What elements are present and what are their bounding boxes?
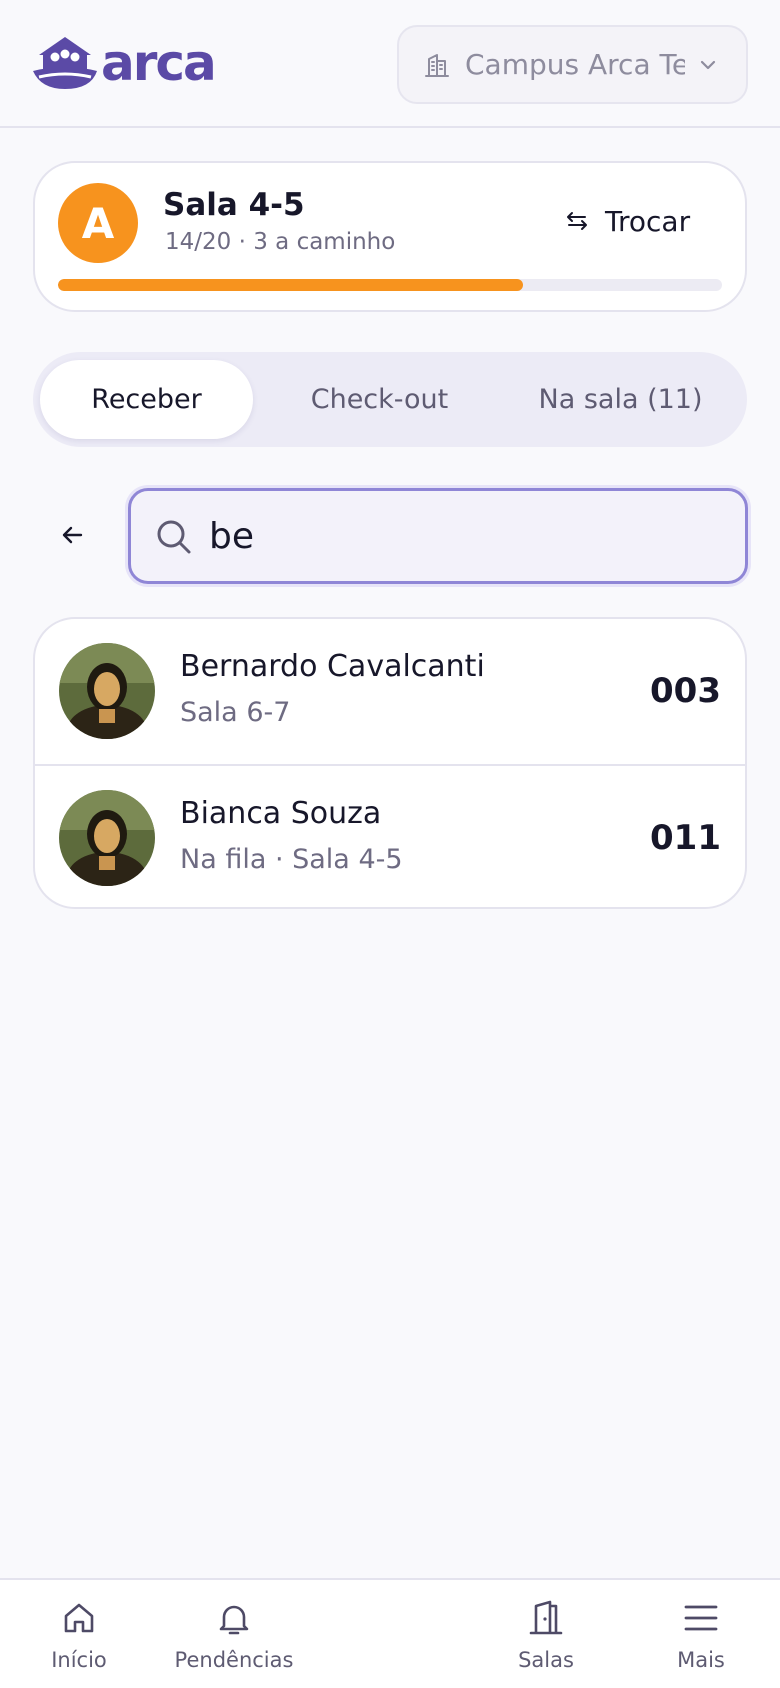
ark-logo-icon (33, 37, 97, 89)
child-name: Bianca Souza (180, 796, 382, 831)
campus-selector[interactable]: Campus Arca Te (397, 25, 748, 104)
child-detail: Sala 6-7 (180, 697, 291, 728)
room-occupancy-text: 14/20 · 3 a caminho (165, 229, 396, 255)
bottom-navigation: Início Pendências Salas Mais (0, 1578, 780, 1688)
search-input[interactable] (209, 501, 729, 571)
child-avatar (59, 643, 155, 739)
current-room-card: A Sala 4-5 14/20 · 3 a caminho Trocar (33, 161, 747, 312)
nav-label: Início (51, 1648, 107, 1672)
chevron-down-icon (700, 60, 716, 70)
tab-receber[interactable]: Receber (40, 360, 253, 439)
child-code: 003 (650, 671, 721, 711)
room-capacity-fill (58, 279, 523, 291)
arca-logo[interactable]: arca (31, 33, 217, 93)
child-avatar (59, 790, 155, 886)
portrait-photo (59, 643, 155, 739)
room-avatar: A (58, 183, 138, 263)
search-icon (157, 520, 191, 554)
search-results-list: Bernardo Cavalcanti Sala 6-7 003 Bianca … (33, 617, 747, 909)
swap-room-button[interactable]: Trocar (565, 197, 690, 245)
tab-check-out[interactable]: Check-out (273, 360, 486, 439)
menu-icon (684, 1605, 718, 1631)
portrait-photo (59, 790, 155, 886)
bell-icon (219, 1605, 249, 1635)
room-title: Sala 4-5 (163, 187, 305, 223)
door-icon (529, 1600, 563, 1635)
child-name: Bernardo Cavalcanti (180, 649, 485, 684)
nav-salas[interactable]: Salas (476, 1598, 616, 1672)
search-box[interactable] (128, 488, 748, 584)
list-item[interactable]: Bernardo Cavalcanti Sala 6-7 003 (35, 619, 745, 763)
room-capacity-bar (58, 279, 722, 291)
list-item[interactable]: Bianca Souza Na fila · Sala 4-5 011 (35, 764, 745, 907)
swap-room-label: Trocar (605, 204, 691, 238)
home-icon (64, 1603, 94, 1633)
nav-label: Salas (518, 1648, 574, 1672)
tab-na-sala[interactable]: Na sala (11) (503, 360, 738, 439)
logo-wordmark: arca (101, 34, 217, 92)
mode-tabs: Receber Check-out Na sala (11) (33, 352, 747, 447)
child-detail: Na fila · Sala 4-5 (180, 844, 403, 875)
nav-label: Pendências (174, 1648, 294, 1672)
child-code: 011 (650, 818, 721, 858)
nav-inicio[interactable]: Início (9, 1598, 149, 1672)
app-header: arca Campus Arca Te (0, 0, 780, 128)
arrow-left-icon (62, 526, 83, 544)
swap-arrows-icon (567, 212, 587, 230)
nav-pendencias[interactable]: Pendências (164, 1598, 304, 1672)
nav-mais[interactable]: Mais (631, 1598, 771, 1672)
building-icon (425, 53, 449, 77)
nav-label: Mais (677, 1648, 725, 1672)
campus-name: Campus Arca Te (465, 48, 685, 81)
back-button[interactable] (52, 512, 92, 558)
